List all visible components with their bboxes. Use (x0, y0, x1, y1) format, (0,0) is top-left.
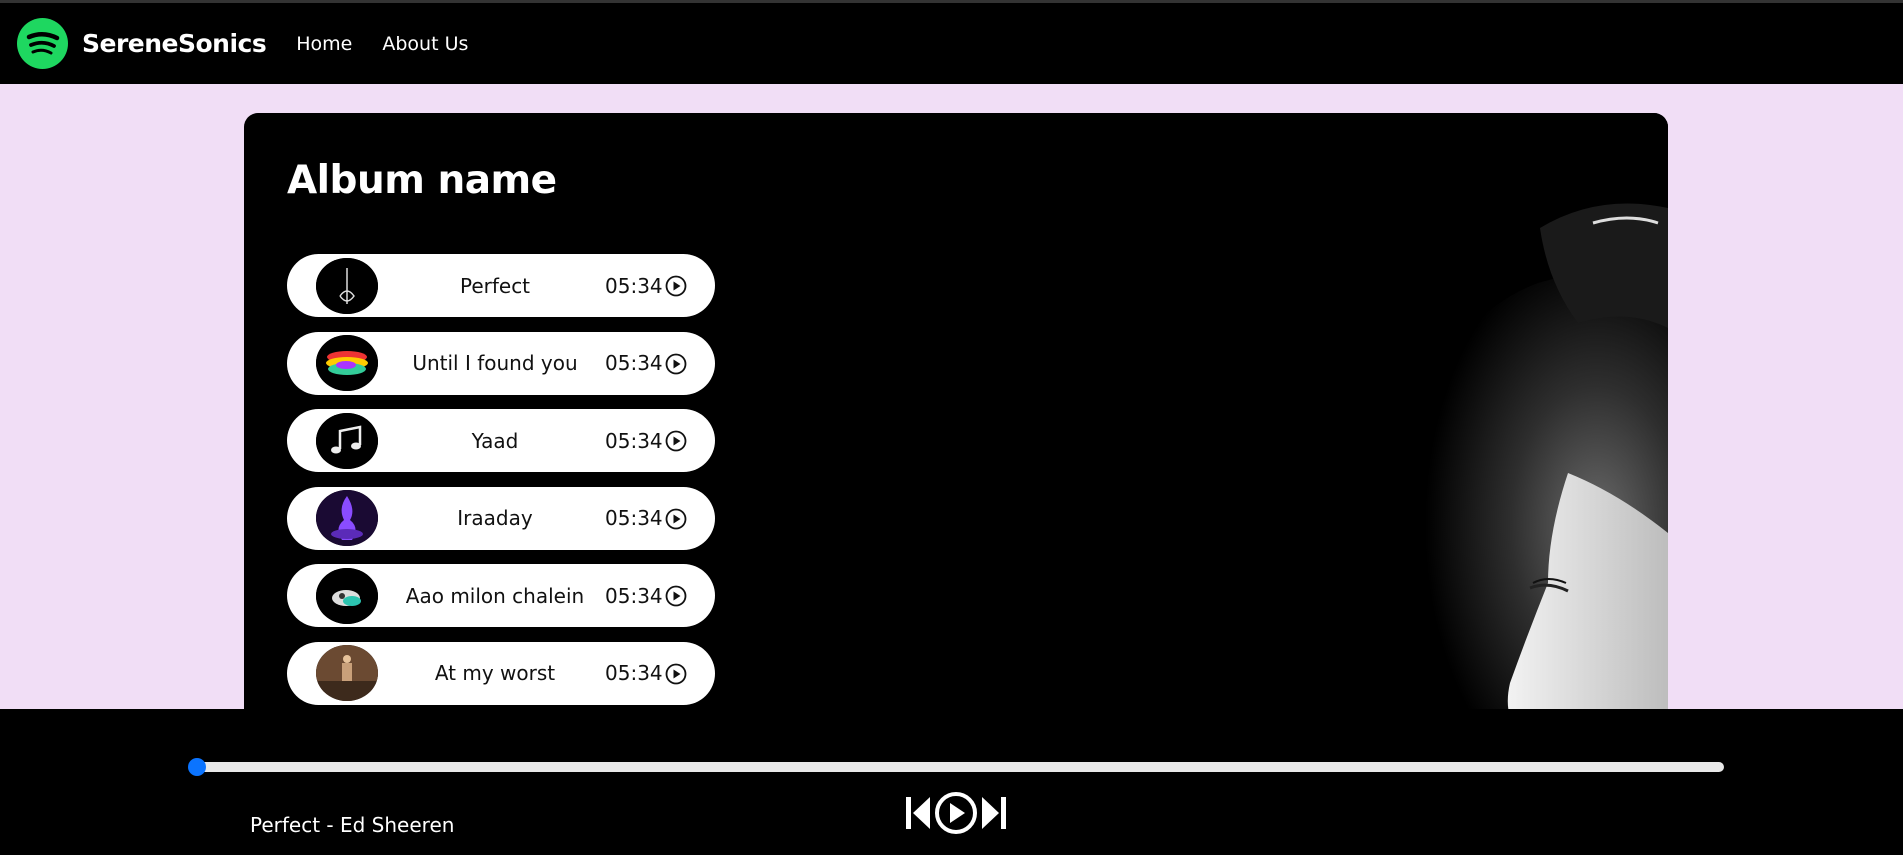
song-cover-image (316, 335, 378, 391)
song-duration: 05:34 (605, 506, 663, 530)
progress-slider[interactable] (188, 758, 1724, 776)
song-name: Perfect (459, 273, 531, 298)
song-item[interactable]: Until I found you 05:34 (287, 331, 715, 395)
brand-name[interactable]: SereneSonics (82, 29, 267, 58)
song-name: Iraaday (457, 506, 533, 530)
play-circle-icon[interactable] (665, 508, 687, 530)
song-duration: 05:34 (605, 583, 663, 608)
song-duration: 05:34 (605, 351, 663, 375)
play-circle-icon[interactable] (665, 430, 687, 452)
play-circle-icon[interactable] (665, 353, 687, 375)
nav-link-home[interactable]: Home (296, 33, 352, 55)
song-cover-image (316, 490, 378, 546)
player-bar: Perfect - Ed Sheeren (0, 709, 1903, 855)
spotify-logo-icon[interactable] (17, 18, 68, 69)
song-cover-image (316, 257, 378, 314)
song-duration: 05:34 (605, 661, 663, 685)
song-duration: 05:34 (605, 273, 663, 298)
song-duration: 05:34 (605, 428, 663, 453)
skip-previous-icon[interactable] (904, 795, 932, 831)
play-circle-icon[interactable] (665, 663, 687, 685)
song-item[interactable]: At my worst 05:34 (287, 641, 715, 705)
song-cover-image (316, 412, 378, 469)
progress-thumb[interactable] (188, 758, 206, 776)
play-circle-icon[interactable] (934, 791, 978, 835)
song-name: Aao milon chalein (405, 583, 585, 608)
song-item[interactable]: Iraaday 05:34 (287, 486, 715, 550)
play-circle-icon[interactable] (665, 585, 687, 607)
album-art-image (1248, 113, 1668, 733)
song-item[interactable]: Perfect 05:34 (287, 254, 715, 317)
skip-next-icon[interactable] (980, 795, 1008, 831)
song-cover-image (316, 567, 378, 624)
song-list: Perfect 05:34 Until I found you 05:34 Ya… (287, 254, 715, 719)
album-panel: Album name Perfect 05:34 Until I found y… (244, 113, 1668, 733)
song-item[interactable]: Yaad 05:34 (287, 409, 715, 472)
nav-link-about-us[interactable]: About Us (382, 33, 468, 55)
song-cover-image (316, 645, 378, 701)
song-name: Until I found you (412, 351, 578, 375)
now-playing-label: Perfect - Ed Sheeren (250, 813, 455, 837)
play-circle-icon[interactable] (665, 275, 687, 297)
playback-controls (904, 791, 1008, 835)
song-item[interactable]: Aao milon chalein 05:34 (287, 564, 715, 627)
album-title: Album name (287, 158, 557, 203)
song-name: At my worst (434, 661, 556, 685)
navbar: SereneSonics Home About Us (0, 3, 1903, 84)
song-name: Yaad (471, 428, 519, 453)
